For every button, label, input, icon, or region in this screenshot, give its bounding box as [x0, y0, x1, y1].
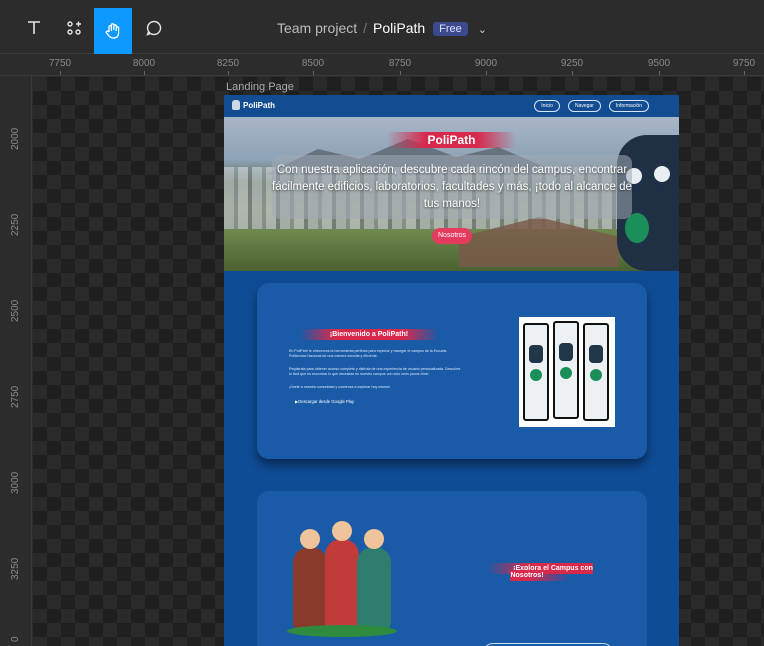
explore-title: ¡Explora el Campus con Nosotros! — [465, 563, 615, 581]
top-toolbar: Team project / PoliPath Free ⌄ — [0, 0, 764, 54]
nosotros-button[interactable]: Nosotros — [432, 228, 473, 244]
ruler-tick: 7750 — [48, 58, 72, 69]
ruler-tick: 3000 — [10, 471, 21, 494]
file-title[interactable]: Team project / PoliPath Free ⌄ — [0, 20, 764, 36]
file-name[interactable]: PoliPath — [373, 20, 425, 36]
welcome-paragraph: En PoliPath te ofrecemos la herramienta … — [289, 349, 447, 358]
horizontal-ruler: 7750 8000 8250 8500 8750 9000 9250 9500 … — [0, 54, 764, 76]
welcome-card: ¡Bienvenido a PoliPath! En PoliPath te o… — [257, 283, 647, 459]
ruler-tick: 9750 — [732, 58, 756, 69]
frame-label[interactable]: Landing Page — [226, 81, 294, 93]
ruler-tick: 2000 — [10, 127, 21, 150]
plan-badge: Free — [433, 22, 468, 36]
nav-button-navegar[interactable]: Navegar — [567, 100, 601, 112]
site-logo-text: PoliPath — [243, 100, 276, 110]
project-name[interactable]: Team project — [277, 20, 357, 36]
ruler-tick: 2250 — [10, 213, 21, 236]
ruler-tick: 9500 — [647, 58, 671, 69]
welcome-title: ¡Bienvenido a PoliPath! — [289, 329, 449, 340]
ruler-tick: 8250 — [216, 58, 240, 69]
app-phones-mockup — [519, 317, 615, 427]
nav-button-informacion[interactable]: Información — [608, 100, 649, 112]
hero-description: Con nuestra aplicación, descubre cada ri… — [272, 164, 632, 210]
ruler-tick: 8750 — [388, 58, 412, 69]
ruler-tick: 8000 — [132, 58, 156, 69]
site-navbar: PoliPath Inicio Navegar Información — [224, 95, 679, 117]
owl-logo-icon — [232, 100, 240, 110]
ruler-tick: 2500 — [10, 299, 21, 322]
welcome-paragraph: ¡Únete a nuestra comunidad y comienza a … — [289, 385, 390, 389]
ruler-tick: 0 — [10, 636, 21, 642]
editor-window: Team project / PoliPath Free ⌄ 7750 8000 825… — [0, 0, 764, 646]
breadcrumb-separator: / — [363, 20, 368, 36]
explore-card: ¡Explora el Campus con Nosotros! — [257, 491, 647, 646]
welcome-paragraph: Regístrate para obtener acceso completo … — [289, 367, 461, 376]
chevron-down-icon[interactable]: ⌄ — [478, 23, 487, 36]
landing-page-frame[interactable]: PoliPath Inicio Navegar Información Poli… — [224, 95, 679, 646]
ruler-tick: 3250 — [10, 557, 21, 580]
site-logo[interactable]: PoliPath — [232, 100, 275, 110]
hero-section: PoliPath Con nuestra aplicación, descubr… — [224, 117, 679, 271]
ruler-tick: 9000 — [474, 58, 498, 69]
students-illustration — [287, 521, 397, 637]
vertical-ruler: 2000 2250 2500 2750 3000 3250 0 — [0, 76, 32, 646]
google-play-download-link[interactable]: ▶Descargar desde Google Play — [295, 399, 354, 404]
hero-title: PoliPath — [224, 132, 679, 148]
ruler-tick: 9250 — [560, 58, 584, 69]
ruler-tick: 2750 — [10, 385, 21, 408]
nav-button-inicio[interactable]: Inicio — [534, 100, 560, 112]
ruler-tick: 8500 — [301, 58, 325, 69]
nav-buttons: Inicio Navegar Información — [534, 100, 649, 112]
